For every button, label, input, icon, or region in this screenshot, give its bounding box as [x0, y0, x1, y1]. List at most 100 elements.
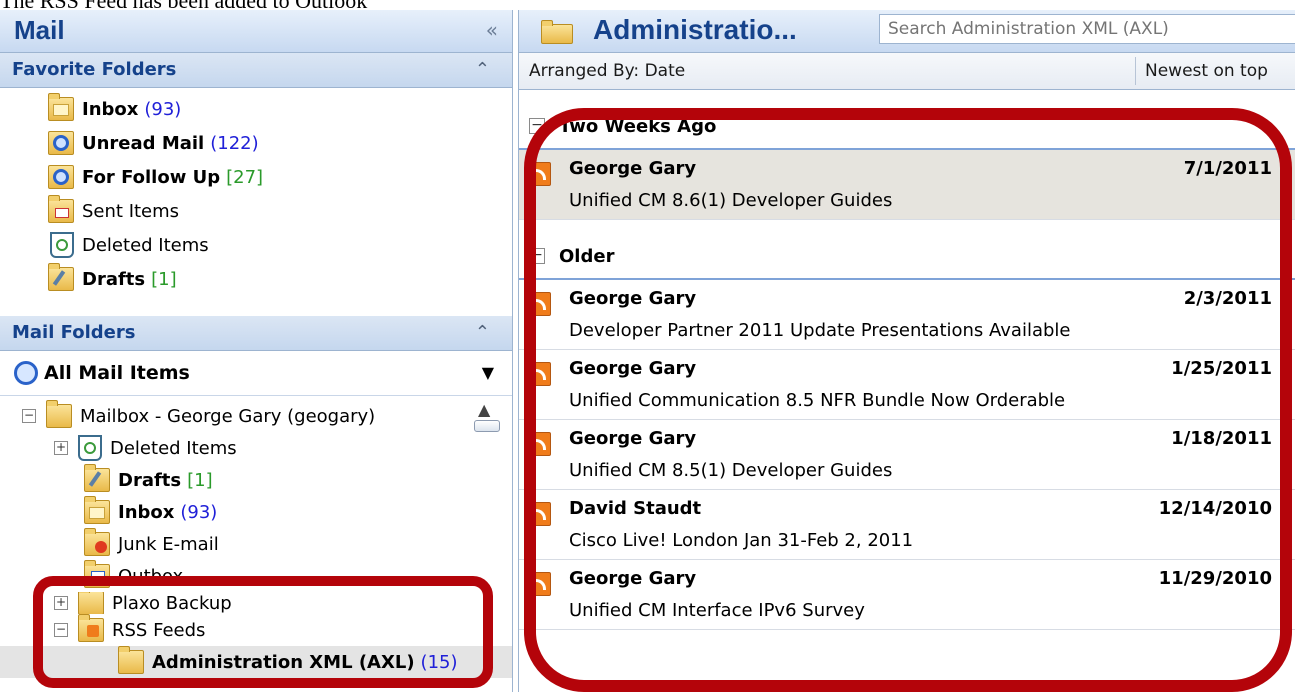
folder-label: Sent Items	[82, 200, 180, 222]
chevron-up-icon[interactable]: ⌃	[475, 322, 490, 343]
search-input[interactable]	[879, 14, 1295, 44]
junk-email-icon	[84, 528, 110, 556]
search-folder-icon	[48, 131, 74, 155]
rss-item-icon	[529, 162, 551, 186]
tree-item-label: Inbox	[118, 501, 175, 523]
tree-item-label: Junk E-mail	[118, 533, 219, 555]
outbox-icon	[84, 560, 110, 588]
message-row[interactable]: George Gary 11/29/2010 Unified CM Interf…	[519, 560, 1295, 630]
arranged-by-button[interactable]: Arranged By: Date	[529, 61, 685, 81]
message-date: 11/29/2010	[1158, 568, 1272, 589]
collapse-icon[interactable]: −	[529, 248, 545, 264]
message-row[interactable]: George Gary 7/1/2011 Unified CM 8.6(1) D…	[519, 150, 1295, 220]
inbox-folder-icon	[84, 496, 110, 524]
chevron-up-icon[interactable]: ⌃	[475, 59, 490, 80]
tree-item-outbox[interactable]: Outbox	[0, 560, 512, 592]
mail-folders-title: Mail Folders	[12, 322, 136, 343]
folder-icon	[118, 646, 144, 674]
message-sender: George Gary	[569, 428, 697, 449]
message-sender: George Gary	[569, 288, 697, 309]
message-subject: Unified Communication 8.5 NFR Bundle Now…	[569, 390, 1066, 411]
column-divider	[1135, 57, 1136, 85]
rss-item-icon	[529, 292, 551, 316]
collapse-nav-button[interactable]: «	[486, 18, 498, 42]
arrangement-bar: Arranged By: Date Newest on top	[519, 53, 1295, 90]
collapse-icon[interactable]: −	[22, 409, 36, 423]
folder-count: [27]	[226, 166, 264, 188]
favorite-drafts[interactable]: Drafts [1]	[0, 262, 512, 296]
message-date: 1/18/2011	[1171, 428, 1272, 449]
rss-item-icon	[529, 362, 551, 386]
message-subject: Unified CM 8.6(1) Developer Guides	[569, 190, 893, 211]
group-title: Older	[559, 246, 615, 267]
message-row[interactable]: George Gary 1/18/2011 Unified CM 8.5(1) …	[519, 420, 1295, 490]
folder-label: For Follow Up	[82, 166, 221, 188]
message-sender: David Staudt	[569, 498, 702, 519]
group-header-two-weeks-ago[interactable]: − Two Weeks Ago	[519, 104, 1295, 150]
folder-count: (122)	[210, 132, 259, 154]
favorite-for-follow-up[interactable]: For Follow Up [27]	[0, 160, 512, 194]
folder-title: Administratio...	[593, 14, 797, 45]
tree-item-label: Deleted Items	[110, 437, 237, 459]
rss-item-icon	[529, 572, 551, 596]
nav-title: Mail	[14, 15, 65, 45]
tree-item-rss-feeds[interactable]: − RSS Feeds	[0, 614, 512, 646]
rss-item-icon	[529, 432, 551, 456]
inbox-folder-icon	[48, 93, 74, 121]
search-folder-icon	[48, 165, 74, 189]
drafts-icon	[84, 464, 110, 492]
folder-count: (93)	[144, 98, 182, 120]
favorite-deleted-items[interactable]: Deleted Items	[0, 228, 512, 262]
view-selector-dropdown[interactable]: All Mail Items ▼	[0, 351, 512, 396]
favorite-sent-items[interactable]: Sent Items	[0, 194, 512, 228]
tree-item-administration-xml[interactable]: Administration XML (AXL) (15)	[0, 646, 512, 678]
message-row[interactable]: David Staudt 12/14/2010 Cisco Live! Lond…	[519, 490, 1295, 560]
tree-item-junk-email[interactable]: Junk E-mail	[0, 528, 512, 560]
tree-item-label: RSS Feeds	[112, 619, 206, 641]
expand-icon[interactable]: +	[54, 441, 68, 455]
message-row[interactable]: George Gary 2/3/2011 Developer Partner 2…	[519, 280, 1295, 350]
collapse-icon[interactable]: −	[54, 623, 68, 637]
mail-folder-tree: ▲ − Mailbox - George Gary (geogary) + De…	[0, 400, 512, 680]
favorite-folders-header[interactable]: Favorite Folders ⌃	[0, 53, 512, 88]
message-list-pane: Administratio... Arranged By: Date Newes…	[518, 10, 1295, 692]
message-sender: George Gary	[569, 158, 697, 179]
deleted-items-icon	[50, 232, 74, 258]
message-date: 2/3/2011	[1183, 288, 1272, 309]
message-date: 1/25/2011	[1171, 358, 1272, 379]
tree-item-label: Plaxo Backup	[112, 592, 232, 614]
dropdown-arrow-icon[interactable]: ▼	[482, 363, 494, 382]
tree-item-drafts[interactable]: Drafts [1]	[0, 464, 512, 496]
message-subject: Developer Partner 2011 Update Presentati…	[569, 320, 1071, 341]
tree-item-label: Mailbox - George Gary (geogary)	[80, 405, 376, 427]
favorite-unread-mail[interactable]: Unread Mail (122)	[0, 126, 512, 160]
mail-folders-header[interactable]: Mail Folders ⌃	[0, 316, 512, 351]
message-sender: George Gary	[569, 358, 697, 379]
tree-item-mailbox[interactable]: − Mailbox - George Gary (geogary)	[0, 400, 512, 432]
message-row[interactable]: George Gary 1/25/2011 Unified Communicat…	[519, 350, 1295, 420]
tree-item-count: (15)	[420, 651, 458, 673]
folder-count: [1]	[151, 268, 177, 290]
tree-item-plaxo-backup[interactable]: + Plaxo Backup	[0, 592, 512, 614]
sent-items-icon	[48, 195, 74, 223]
message-subject: Cisco Live! London Jan 31-Feb 2, 2011	[569, 530, 914, 551]
tree-item-deleted-items[interactable]: + Deleted Items	[0, 432, 512, 464]
tree-item-inbox[interactable]: Inbox (93)	[0, 496, 512, 528]
message-list-header: Administratio...	[519, 10, 1295, 53]
sort-order-button[interactable]: Newest on top	[1145, 61, 1268, 81]
view-selector-value: All Mail Items	[44, 362, 190, 384]
folder-label: Deleted Items	[82, 234, 209, 256]
folder-label: Unread Mail	[82, 132, 205, 154]
message-date: 7/1/2011	[1183, 158, 1272, 179]
folder-icon	[541, 20, 573, 44]
favorite-inbox[interactable]: Inbox (93)	[0, 92, 512, 126]
tree-item-label: Drafts	[118, 469, 182, 491]
group-header-older[interactable]: − Older	[519, 234, 1295, 280]
expand-icon[interactable]: +	[54, 596, 68, 610]
navigation-pane: Mail « Favorite Folders ⌃ Inbox (93) Unr…	[0, 10, 513, 692]
rss-item-icon	[529, 502, 551, 526]
drafts-icon	[48, 263, 74, 291]
collapse-icon[interactable]: −	[529, 118, 545, 134]
